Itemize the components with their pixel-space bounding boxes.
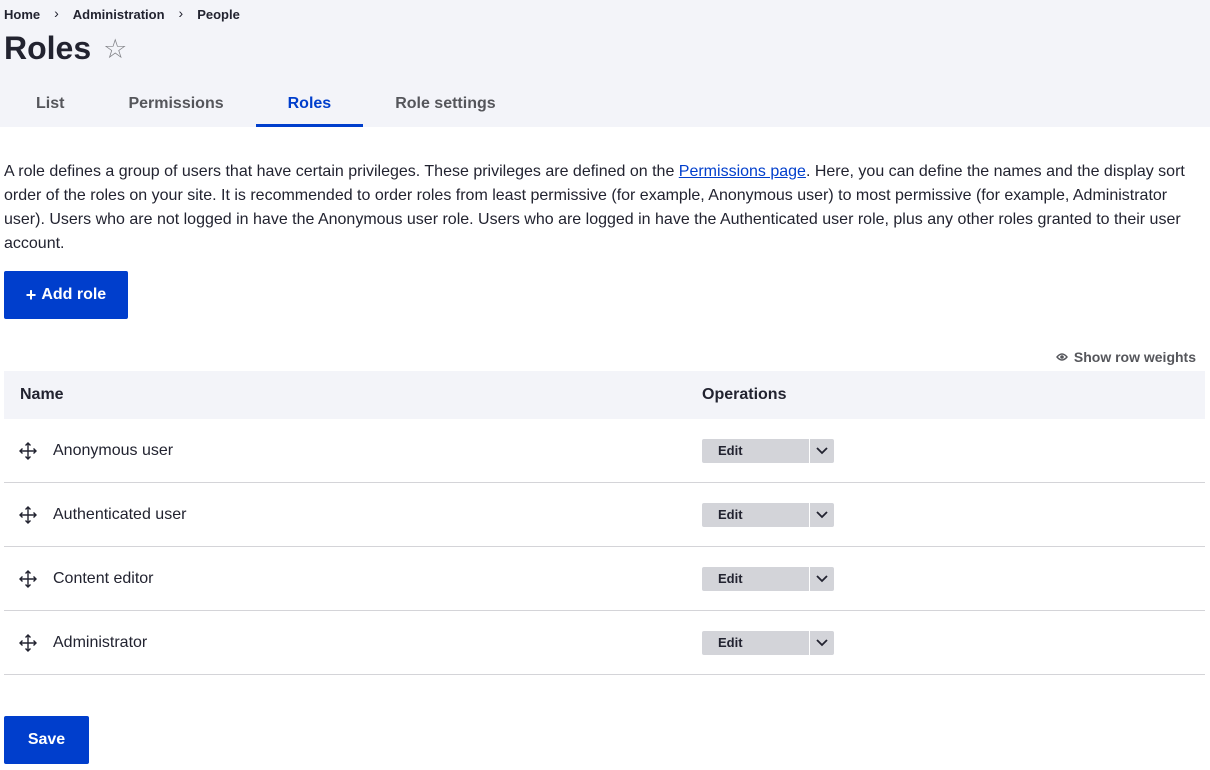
table-row: Authenticated user Edit: [4, 483, 1205, 547]
breadcrumb-people[interactable]: People: [197, 7, 240, 22]
chevron-down-icon[interactable]: [809, 566, 834, 591]
tab-permissions-label: Permissions: [128, 94, 224, 112]
tab-permissions[interactable]: Permissions: [96, 80, 255, 127]
operations-dropbutton: Edit: [702, 566, 834, 591]
permissions-page-link[interactable]: Permissions page: [679, 163, 806, 180]
drag-handle-icon[interactable]: [18, 569, 38, 589]
role-name-cell: Content editor: [4, 569, 702, 589]
chevron-down-icon[interactable]: [809, 438, 834, 463]
column-header-operations: Operations: [702, 386, 787, 403]
roles-description: A role defines a group of users that hav…: [4, 160, 1210, 256]
table-row: Anonymous user Edit: [4, 419, 1205, 483]
save-button[interactable]: Save: [4, 716, 89, 764]
operations-dropbutton: Edit: [702, 630, 834, 655]
role-name-cell: Authenticated user: [4, 505, 702, 525]
drag-handle-icon[interactable]: [18, 441, 38, 461]
breadcrumb: Home › Administration › People: [4, 5, 240, 22]
column-header-name: Name: [20, 386, 64, 403]
role-name: Authenticated user: [53, 505, 187, 523]
page-header: Home › Administration › People Roles ☆ L…: [0, 0, 1210, 127]
chevron-right-icon: ›: [54, 5, 59, 21]
tab-bar: List Permissions Roles Role settings: [4, 80, 528, 127]
role-name: Anonymous user: [53, 441, 174, 459]
role-name: Administrator: [53, 633, 148, 651]
chevron-right-icon: ›: [178, 5, 184, 21]
page-title: Roles: [4, 29, 92, 66]
tab-roles[interactable]: Roles: [255, 80, 364, 127]
description-text-start: A role defines a group of users that hav…: [4, 163, 679, 180]
role-name-cell: Administrator: [4, 633, 702, 653]
edit-button[interactable]: Edit: [702, 502, 809, 527]
chevron-down-icon[interactable]: [809, 502, 834, 527]
tab-list[interactable]: List: [4, 80, 96, 127]
edit-button[interactable]: Edit: [702, 566, 809, 591]
role-name: Content editor: [53, 569, 154, 587]
drag-handle-icon[interactable]: [18, 505, 38, 525]
table-header: Name Operations: [4, 371, 1205, 419]
plus-icon: +: [25, 284, 37, 305]
add-role-label: Add role: [41, 286, 107, 303]
breadcrumb-administration[interactable]: Administration: [73, 7, 165, 22]
page-title-row: Roles ☆: [4, 28, 127, 68]
role-name-cell: Anonymous user: [4, 441, 702, 461]
tab-role-settings-label: Role settings: [395, 94, 496, 112]
roles-table: Name Operations Anonymous user Edit Auth…: [4, 371, 1205, 675]
show-row-weights-label: Show row weights: [1073, 349, 1196, 365]
tab-list-label: List: [36, 94, 65, 112]
operations-dropbutton: Edit: [702, 502, 834, 527]
eye-icon: [1055, 352, 1068, 362]
edit-button[interactable]: Edit: [702, 438, 809, 463]
tab-roles-label: Roles: [287, 94, 332, 112]
breadcrumb-home[interactable]: Home: [4, 7, 40, 22]
table-row: Administrator Edit: [4, 611, 1205, 675]
tab-role-settings[interactable]: Role settings: [363, 80, 527, 127]
operations-dropbutton: Edit: [702, 438, 834, 463]
star-icon[interactable]: ☆: [103, 35, 127, 63]
edit-button[interactable]: Edit: [702, 630, 809, 655]
add-role-button[interactable]: + Add role: [4, 271, 128, 319]
table-row: Content editor Edit: [4, 547, 1205, 611]
show-row-weights-button[interactable]: Show row weights: [1055, 349, 1196, 365]
chevron-down-icon[interactable]: [809, 630, 834, 655]
drag-handle-icon[interactable]: [18, 633, 38, 653]
